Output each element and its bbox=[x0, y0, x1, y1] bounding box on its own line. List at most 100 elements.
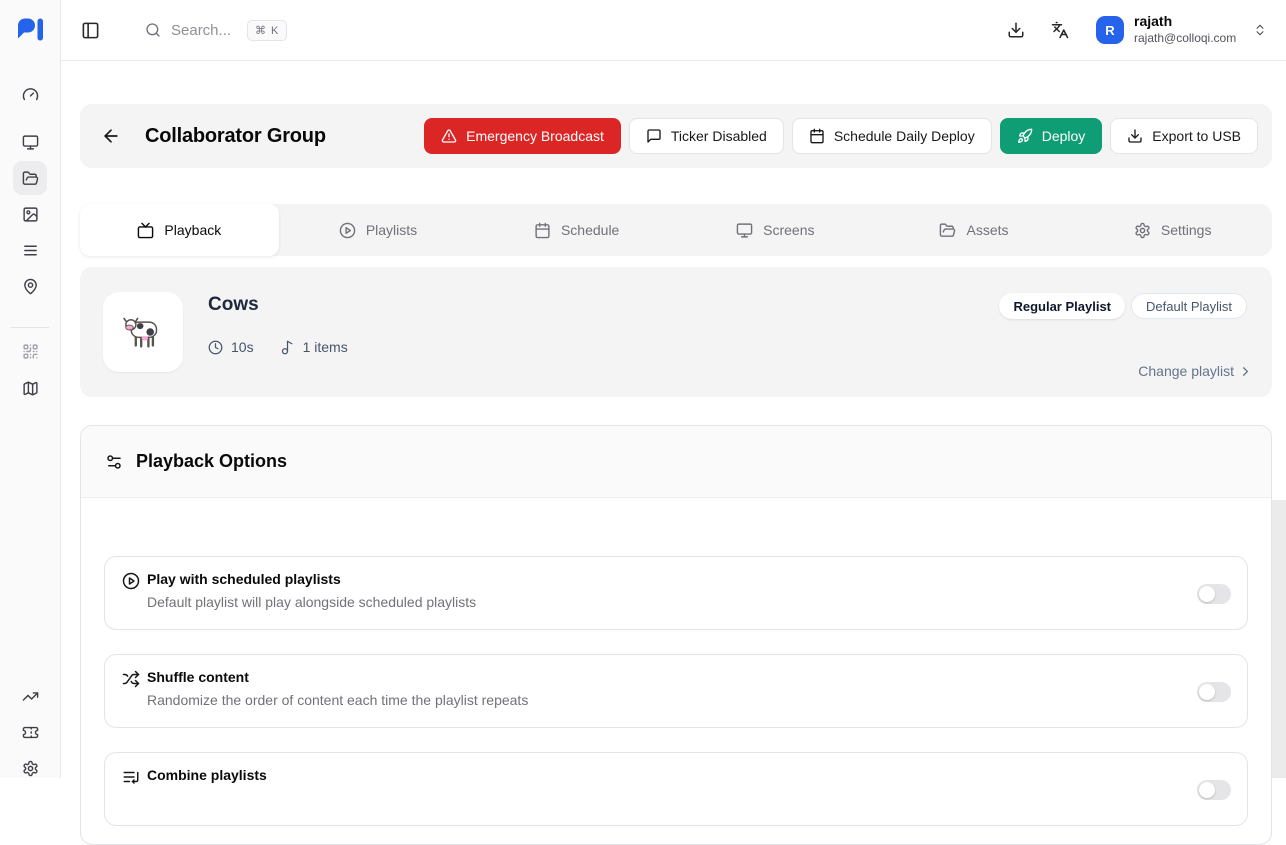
toggle-combine-playlists[interactable] bbox=[1197, 780, 1231, 800]
gear-icon bbox=[1134, 222, 1151, 239]
tab-settings-label: Settings bbox=[1161, 222, 1212, 238]
shuffle-icon bbox=[122, 670, 140, 688]
tab-settings[interactable]: Settings bbox=[1073, 204, 1272, 256]
tab-schedule[interactable]: Schedule bbox=[477, 204, 676, 256]
playlist-title: Cows bbox=[208, 294, 259, 316]
avatar[interactable]: R bbox=[1096, 16, 1124, 44]
playlists-menu-icon[interactable] bbox=[13, 233, 47, 267]
playlist-duration: 10s bbox=[208, 339, 254, 355]
page-title: Collaborator Group bbox=[145, 125, 326, 148]
playback-options-header: Playback Options bbox=[81, 426, 1271, 498]
message-square-icon bbox=[646, 128, 662, 144]
alert-triangle-icon bbox=[441, 128, 457, 144]
tab-assets-label: Assets bbox=[966, 222, 1008, 238]
tab-screens-label: Screens bbox=[763, 222, 814, 238]
toggle-knob bbox=[1199, 586, 1215, 602]
deploy-label: Deploy bbox=[1042, 128, 1086, 144]
play-circle-icon bbox=[339, 222, 356, 239]
screens-monitor-icon[interactable] bbox=[13, 125, 47, 159]
sidebar-divider bbox=[11, 327, 49, 328]
user-email: rajath@colloqi.com bbox=[1134, 31, 1256, 46]
search-input[interactable] bbox=[171, 22, 237, 39]
ticker-disabled-button[interactable]: Ticker Disabled bbox=[629, 118, 784, 154]
emergency-broadcast-label: Emergency Broadcast bbox=[466, 128, 604, 144]
tab-playlists[interactable]: Playlists bbox=[279, 204, 478, 256]
tab-bar: Playback Playlists Schedule Screens Asse… bbox=[80, 204, 1272, 256]
media-image-icon[interactable] bbox=[13, 197, 47, 231]
search-bar[interactable]: ⌘ K bbox=[145, 0, 287, 60]
dashboard-gauge-icon[interactable] bbox=[13, 77, 47, 111]
emergency-broadcast-button[interactable]: Emergency Broadcast bbox=[424, 118, 621, 154]
user-menu[interactable]: rajath rajath@colloqi.com bbox=[1134, 12, 1256, 46]
schedule-daily-deploy-label: Schedule Daily Deploy bbox=[834, 128, 975, 144]
ticket-icon[interactable] bbox=[13, 715, 47, 749]
sliders-icon bbox=[105, 453, 123, 471]
settings-gear-icon[interactable] bbox=[13, 751, 47, 785]
playlist-item-count: 1 items bbox=[280, 339, 348, 355]
current-playlist-card: Cows 10s 1 items Regular Playlist Defaul… bbox=[80, 267, 1272, 397]
list-end-icon bbox=[122, 768, 140, 786]
tv-icon bbox=[137, 222, 154, 239]
tab-playlists-label: Playlists bbox=[366, 222, 417, 238]
chevrons-up-down-icon[interactable] bbox=[1253, 23, 1267, 37]
export-to-usb-button[interactable]: Export to USB bbox=[1110, 118, 1258, 154]
schedule-daily-deploy-button[interactable]: Schedule Daily Deploy bbox=[792, 118, 992, 154]
option-description: Randomize the order of content each time… bbox=[147, 692, 528, 708]
analytics-trending-up-icon[interactable] bbox=[13, 679, 47, 713]
change-playlist-label: Change playlist bbox=[1138, 363, 1234, 379]
option-play-with-scheduled: Play with scheduled playlists Default pl… bbox=[104, 556, 1248, 630]
calendar-icon bbox=[534, 222, 551, 239]
play-circle-icon bbox=[122, 572, 140, 590]
playlist-item-count-value: 1 items bbox=[303, 339, 348, 355]
search-icon bbox=[145, 22, 161, 38]
back-arrow-button[interactable] bbox=[94, 119, 128, 153]
option-title: Play with scheduled playlists bbox=[147, 571, 341, 587]
groups-folder-open-icon[interactable] bbox=[13, 161, 47, 195]
app-logo[interactable] bbox=[17, 19, 44, 42]
playback-options-section: Playback Options Play with scheduled pla… bbox=[80, 425, 1272, 845]
monitor-icon bbox=[736, 222, 753, 239]
rocket-icon bbox=[1017, 128, 1033, 144]
tab-screens[interactable]: Screens bbox=[676, 204, 875, 256]
change-playlist-link[interactable]: Change playlist bbox=[1138, 363, 1253, 379]
deploy-button[interactable]: Deploy bbox=[1000, 118, 1103, 154]
page-header: Collaborator Group Emergency Broadcast T… bbox=[80, 104, 1272, 168]
badge-default-playlist: Default Playlist bbox=[1131, 293, 1247, 319]
playlist-thumbnail bbox=[103, 292, 183, 372]
option-title: Combine playlists bbox=[147, 767, 267, 783]
toggle-knob bbox=[1199, 684, 1215, 700]
tab-assets[interactable]: Assets bbox=[875, 204, 1074, 256]
clock-icon bbox=[208, 340, 223, 355]
locations-map-pin-icon[interactable] bbox=[13, 269, 47, 303]
topbar: ⌘ K R rajath rajath@colloqi.com bbox=[61, 0, 1286, 61]
sidebar-toggle-icon[interactable] bbox=[77, 17, 103, 43]
download-icon[interactable] bbox=[1001, 15, 1031, 45]
music-note-icon bbox=[280, 340, 295, 355]
option-description: Default playlist will play alongside sch… bbox=[147, 594, 476, 610]
user-name: rajath bbox=[1134, 12, 1256, 31]
tab-playback-label: Playback bbox=[164, 222, 221, 238]
folder-open-icon bbox=[939, 222, 956, 239]
ticker-disabled-label: Ticker Disabled bbox=[671, 128, 767, 144]
cow-image bbox=[121, 314, 165, 350]
map-icon[interactable] bbox=[13, 371, 47, 405]
toggle-play-with-scheduled[interactable] bbox=[1197, 584, 1231, 604]
playlist-duration-value: 10s bbox=[231, 339, 254, 355]
tab-playback[interactable]: Playback bbox=[80, 204, 279, 256]
option-title: Shuffle content bbox=[147, 669, 249, 685]
badge-regular-playlist: Regular Playlist bbox=[999, 293, 1125, 319]
option-shuffle-content: Shuffle content Randomize the order of c… bbox=[104, 654, 1248, 728]
chevron-right-icon bbox=[1238, 364, 1253, 379]
toggle-knob bbox=[1199, 782, 1215, 798]
language-translate-icon[interactable] bbox=[1045, 15, 1075, 45]
sidebar bbox=[0, 0, 61, 778]
calendar-icon bbox=[809, 128, 825, 144]
qr-code-icon[interactable] bbox=[13, 334, 47, 368]
tab-schedule-label: Schedule bbox=[561, 222, 619, 238]
toggle-shuffle-content[interactable] bbox=[1197, 682, 1231, 702]
export-to-usb-label: Export to USB bbox=[1152, 128, 1241, 144]
scrollbar[interactable] bbox=[1272, 500, 1286, 778]
search-shortcut-badge: ⌘ K bbox=[247, 20, 287, 41]
avatar-initial: R bbox=[1105, 23, 1114, 38]
playback-options-title: Playback Options bbox=[136, 451, 287, 472]
